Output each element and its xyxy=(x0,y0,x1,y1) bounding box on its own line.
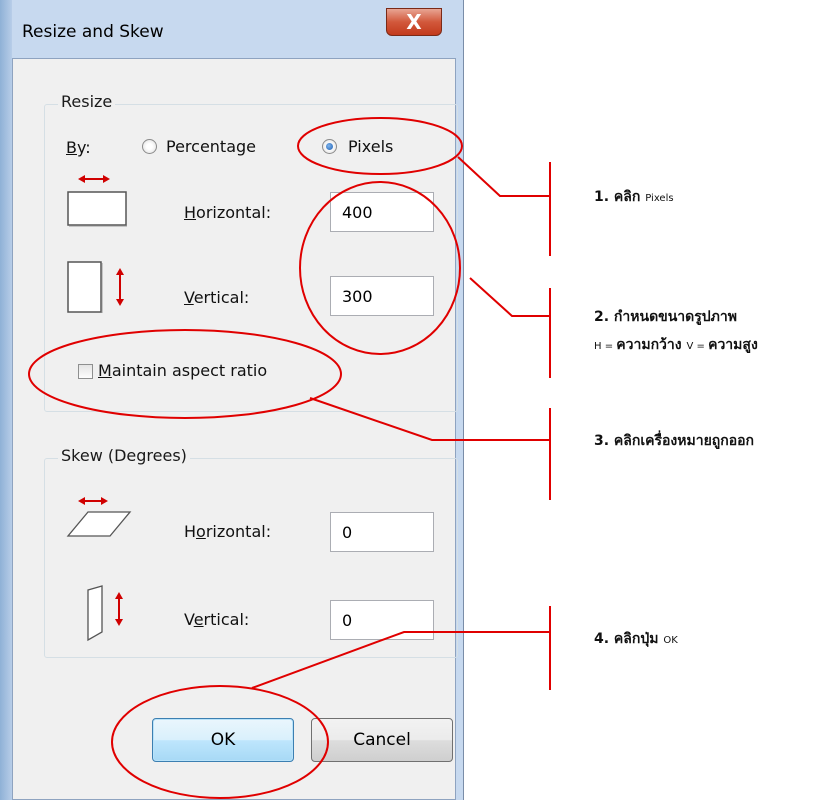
annotation-step-1: 1. คลิก Pixels xyxy=(594,189,674,205)
ok-button-highlight-ellipse xyxy=(111,685,329,799)
pixels-highlight-ellipse xyxy=(297,117,463,175)
annotation-step-2-title: 2. กำหนดขนาดรูปภาพ xyxy=(594,309,737,325)
size-fields-highlight-ellipse xyxy=(299,181,461,355)
callout-line-4 xyxy=(251,631,550,689)
annotation-overlay xyxy=(28,117,551,799)
callout-line-2 xyxy=(469,277,550,317)
annotation-step-2-detail: H = ความกว้าง V = ความสูง xyxy=(594,337,758,353)
annotation-step-4: 4. คลิกปุ่ม OK xyxy=(594,631,678,647)
aspect-ratio-highlight-ellipse xyxy=(28,329,342,419)
callout-line-3 xyxy=(309,397,550,441)
annotation-step-3: 3. คลิกเครื่องหมายถูกออก xyxy=(594,433,755,449)
callout-line-1 xyxy=(457,156,550,197)
